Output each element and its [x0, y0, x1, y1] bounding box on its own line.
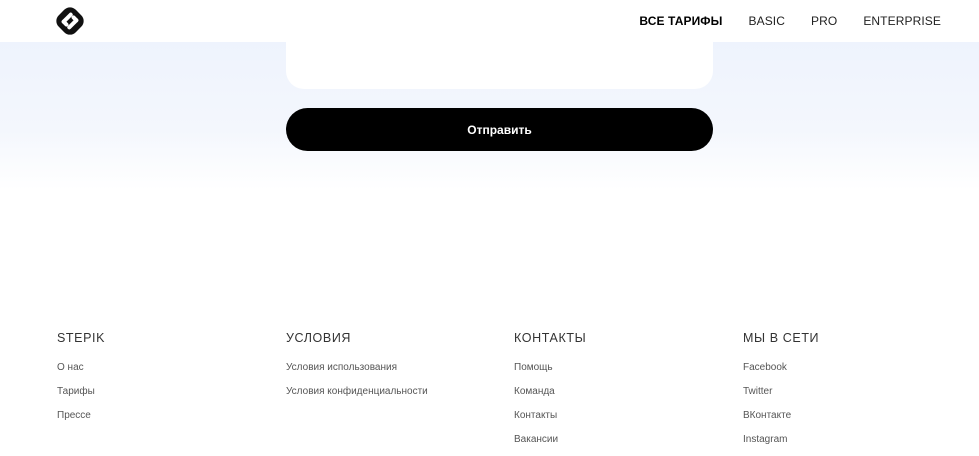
footer-column-stepik: STEPIK О нас Тарифы Прессе: [57, 330, 105, 432]
footer-column-terms: УСЛОВИЯ Условия использования Условия ко…: [286, 330, 428, 408]
pricing-nav: ВСЕ ТАРИФЫ BASIC PRO ENTERPRISE: [639, 14, 941, 28]
footer-link-plans[interactable]: Тарифы: [57, 384, 105, 408]
footer-heading: STEPIK: [57, 331, 106, 345]
stepik-logo-icon[interactable]: [55, 6, 85, 36]
nav-all-plans[interactable]: ВСЕ ТАРИФЫ: [639, 14, 722, 28]
footer-heading: КОНТАКТЫ: [514, 331, 587, 345]
footer-column-social: МЫ В СЕТИ Facebook Twitter ВКонтакте Ins…: [743, 330, 819, 456]
footer-link-press[interactable]: Прессе: [57, 408, 105, 432]
footer-link-terms-of-use[interactable]: Условия использования: [286, 360, 428, 384]
footer-link-contacts[interactable]: Контакты: [514, 408, 586, 432]
nav-basic[interactable]: BASIC: [748, 14, 785, 28]
footer-link-twitter[interactable]: Twitter: [743, 384, 819, 408]
footer-heading: УСЛОВИЯ: [286, 331, 352, 345]
footer-link-vkontakte[interactable]: ВКонтакте: [743, 408, 819, 432]
footer-link-instagram[interactable]: Instagram: [743, 432, 819, 456]
site-header: ВСЕ ТАРИФЫ BASIC PRO ENTERPRISE: [0, 0, 979, 42]
footer-link-facebook[interactable]: Facebook: [743, 360, 819, 384]
footer-link-privacy[interactable]: Условия конфиденциальности: [286, 384, 428, 408]
nav-pro[interactable]: PRO: [811, 14, 837, 28]
submit-button[interactable]: Отправить: [286, 108, 713, 151]
footer-link-help[interactable]: Помощь: [514, 360, 586, 384]
footer-link-about[interactable]: О нас: [57, 360, 105, 384]
footer-heading: МЫ В СЕТИ: [743, 331, 820, 345]
footer-link-team[interactable]: Команда: [514, 384, 586, 408]
footer-link-jobs[interactable]: Вакансии: [514, 432, 586, 456]
nav-enterprise[interactable]: ENTERPRISE: [863, 14, 941, 28]
footer-column-contacts: КОНТАКТЫ Помощь Команда Контакты Ваканси…: [514, 330, 586, 456]
